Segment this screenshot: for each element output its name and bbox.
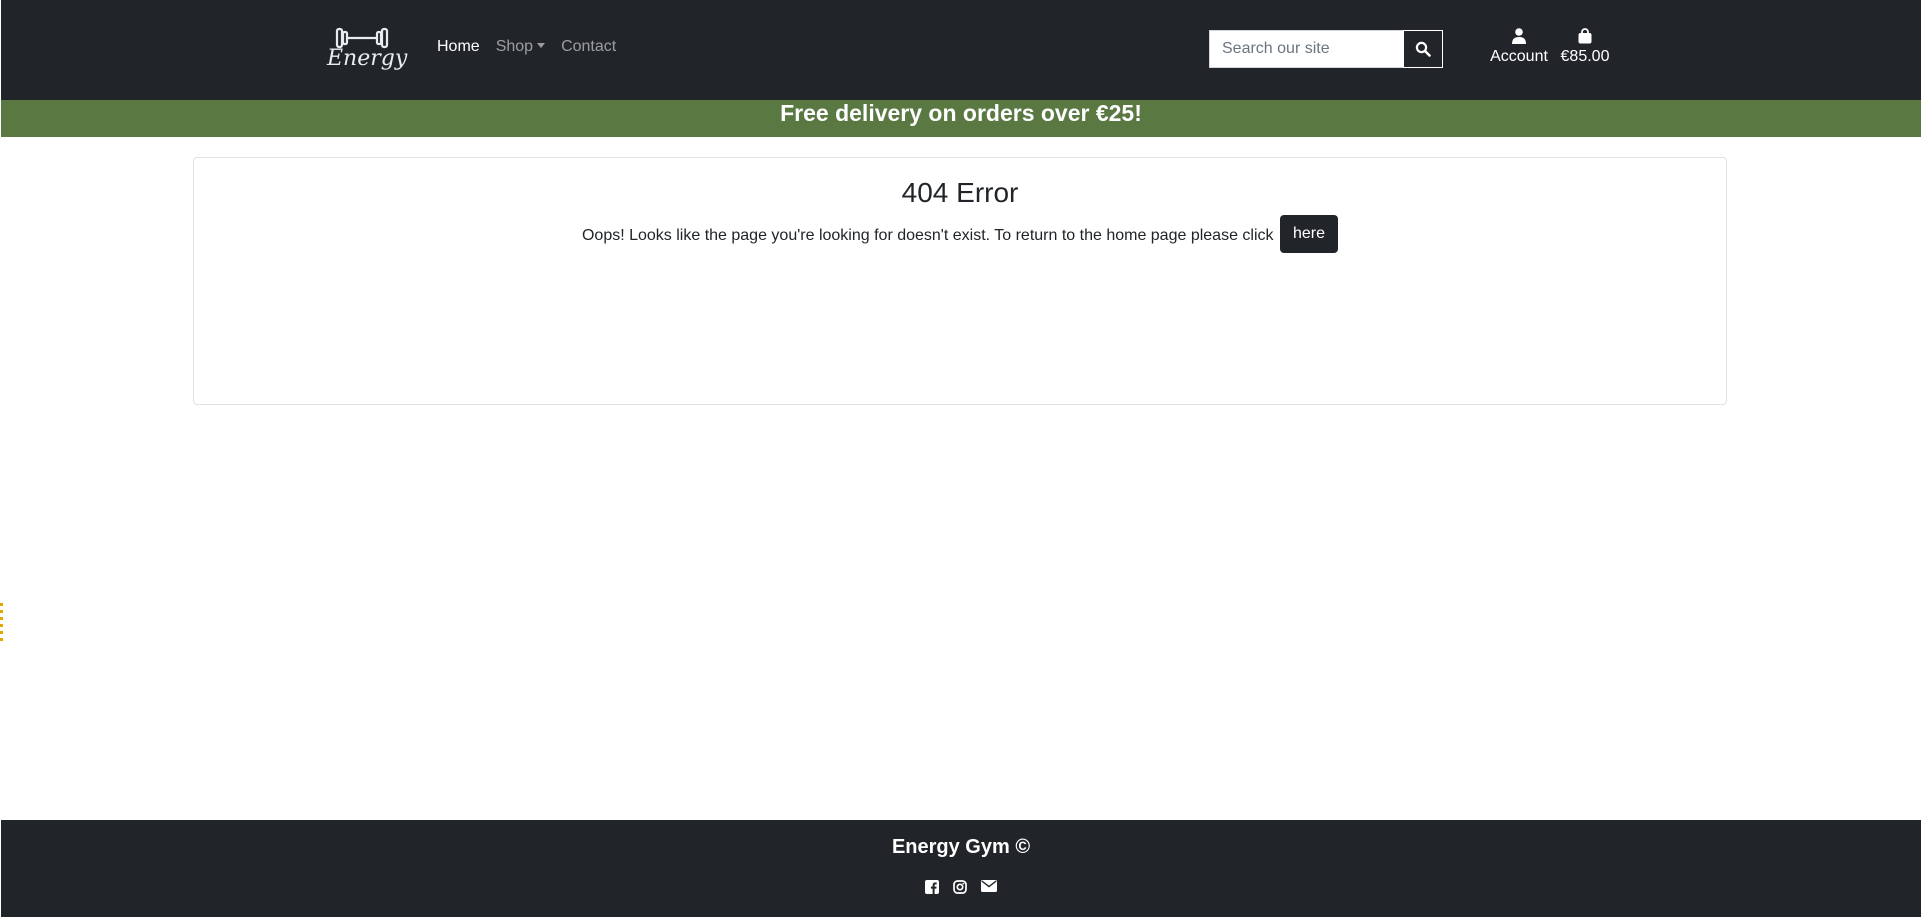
delivery-banner: Free delivery on orders over €25! bbox=[1, 100, 1921, 137]
logo-text: Energy bbox=[327, 46, 408, 71]
error-message-row: Oops! Looks like the page you're looking… bbox=[194, 214, 1726, 256]
banner-text: Free delivery on orders over €25! bbox=[780, 100, 1142, 126]
account-label: Account bbox=[1490, 48, 1548, 65]
email-icon[interactable] bbox=[981, 880, 997, 894]
navbar: Energy Home Shop Contact Account €85.00 bbox=[1, 0, 1921, 100]
instagram-icon[interactable] bbox=[953, 880, 967, 894]
error-card: 404 Error Oops! Looks like the page you'… bbox=[193, 157, 1727, 405]
bag-total: €85.00 bbox=[1560, 48, 1610, 65]
social-links bbox=[1, 880, 1921, 894]
search-button[interactable] bbox=[1403, 30, 1443, 68]
footer-title: Energy Gym © bbox=[891, 836, 1031, 858]
chevron-down-icon bbox=[537, 43, 546, 48]
account-link[interactable]: Account bbox=[1487, 28, 1551, 66]
search-form bbox=[1209, 30, 1443, 68]
user-icon bbox=[1512, 28, 1526, 44]
nav-shop-dropdown[interactable]: Shop bbox=[495, 38, 546, 56]
nav-home[interactable]: Home bbox=[437, 38, 480, 56]
nav-contact[interactable]: Contact bbox=[561, 38, 616, 56]
page-title: 404 Error bbox=[901, 177, 1019, 208]
footer: Energy Gym © bbox=[1, 820, 1921, 917]
search-icon bbox=[1415, 41, 1431, 57]
shopping-bag-link[interactable]: €85.00 bbox=[1557, 28, 1613, 66]
brand-logo[interactable]: Energy bbox=[327, 26, 408, 76]
home-link-button[interactable]: here bbox=[1279, 214, 1339, 253]
facebook-icon[interactable] bbox=[925, 880, 939, 894]
search-input[interactable] bbox=[1209, 30, 1403, 68]
nav-shop-label: Shop bbox=[495, 38, 534, 55]
shopping-bag-icon bbox=[1578, 28, 1592, 44]
side-decoration bbox=[0, 603, 3, 643]
main-nav: Home Shop Contact bbox=[437, 38, 616, 56]
error-message: Oops! Looks like the page you're looking… bbox=[581, 227, 1274, 244]
